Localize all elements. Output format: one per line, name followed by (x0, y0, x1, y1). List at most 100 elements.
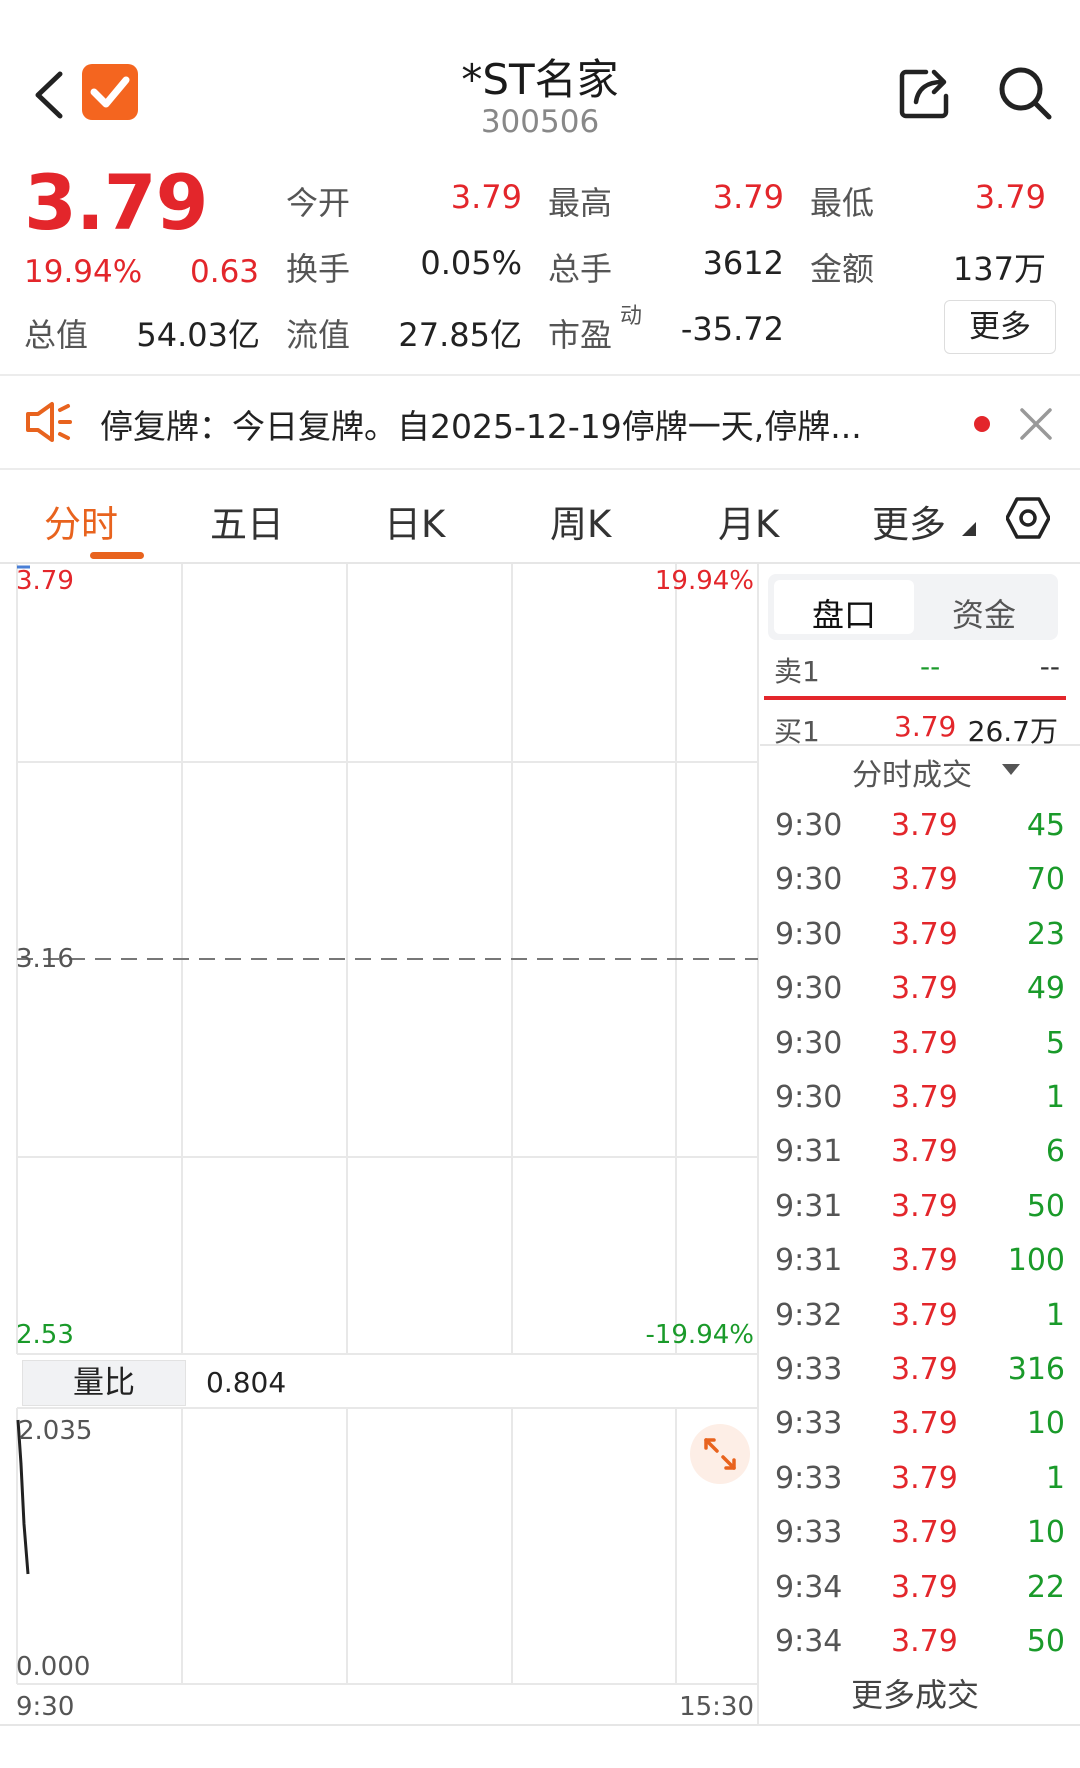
trade-price: 3.79 (891, 1352, 958, 1387)
price-low-label: 2.53 (16, 1320, 74, 1350)
low-value: 3.79 (974, 178, 1046, 216)
trade-volume: 316 (1007, 1352, 1065, 1387)
trade-time: 9:32 (775, 1297, 843, 1333)
trade-volume: 10 (1026, 1406, 1065, 1442)
trade-price: 3.79 (891, 1515, 958, 1551)
time-start-label: 9:30 (16, 1692, 75, 1722)
trade-time: 9:33 (775, 1406, 843, 1442)
unread-dot (974, 416, 990, 432)
trade-time: 9:33 (775, 1515, 843, 1551)
expand-chart-icon[interactable] (690, 1424, 750, 1484)
trade-row: 9:34 3.79 22 (775, 1562, 1065, 1616)
volume-ratio-value: 0.804 (206, 1366, 287, 1399)
trade-time: 9:30 (775, 808, 843, 843)
trade-price: 3.79 (891, 808, 958, 843)
tab-daily-k[interactable]: 日K (384, 494, 445, 548)
change-amount: 0.63 (190, 254, 260, 290)
turnover-value: 0.05% (420, 244, 522, 282)
trade-row: 9:31 3.79 50 (775, 1181, 1065, 1235)
bid-ask-divider (764, 696, 1066, 700)
trade-price: 3.79 (891, 862, 958, 898)
trade-volume: 45 (1026, 808, 1065, 843)
sell1-label: 卖1 (774, 655, 820, 688)
amount-value: 137万 (952, 250, 1046, 288)
low-label: 最低 (810, 184, 875, 222)
suspension-notice[interactable]: 停复牌：今日复牌。自2025-12-19停牌一天,停牌... (100, 400, 930, 448)
divider (0, 1724, 1080, 1726)
trade-row: 9:30 3.79 45 (775, 800, 1065, 854)
trade-price: 3.79 (891, 1406, 958, 1442)
time-end-label: 15:30 (679, 1692, 754, 1722)
trade-price: 3.79 (891, 1624, 958, 1659)
trade-price: 3.79 (891, 1025, 958, 1061)
trade-row: 9:30 3.79 70 (775, 854, 1065, 908)
volume-ratio-button[interactable]: 量比 (22, 1360, 186, 1406)
trade-volume: 1 (1045, 1460, 1065, 1496)
intraday-chart (16, 564, 759, 1724)
tab-orderbook[interactable]: 盘口 (774, 590, 914, 636)
trade-row: 9:33 3.79 10 (775, 1398, 1065, 1452)
tab-monthly-k[interactable]: 月K (718, 494, 779, 548)
current-price: 3.79 (24, 158, 209, 247)
trade-price: 3.79 (891, 1080, 958, 1115)
change-percent: 19.94% (24, 254, 143, 290)
open-label: 今开 (286, 184, 351, 222)
pct-low-label: -19.94% (645, 1320, 754, 1350)
trade-volume: 23 (1026, 916, 1065, 952)
trade-price: 3.79 (891, 1460, 958, 1496)
trade-volume: 49 (1026, 971, 1065, 1007)
amount-label: 金额 (810, 250, 875, 288)
dropdown-arrow-icon[interactable] (1002, 764, 1020, 776)
volume-min-label: 0.000 (16, 1652, 91, 1682)
trade-volume: 50 (1026, 1188, 1065, 1224)
trade-row: 9:31 3.79 6 (775, 1126, 1065, 1180)
more-trades-button[interactable]: 更多成交 (760, 1670, 1070, 1716)
search-icon[interactable] (996, 64, 1054, 122)
sell1-price: -- (920, 650, 941, 683)
tab-more[interactable]: 更多 (872, 494, 946, 548)
trade-volume: 1 (1045, 1297, 1065, 1333)
trade-price: 3.79 (891, 1297, 958, 1333)
settings-hexagon-icon[interactable] (1006, 496, 1050, 540)
trade-time: 9:34 (775, 1624, 843, 1659)
trade-volume: 50 (1026, 1624, 1065, 1659)
tab-capital-flow[interactable]: 资金 (914, 590, 1054, 636)
close-icon[interactable] (1016, 404, 1056, 444)
divider (760, 744, 1080, 746)
divider (0, 468, 1080, 470)
trades-header[interactable]: 分时成交 (852, 750, 972, 794)
pe-dynamic-sup: 动 (620, 304, 643, 329)
trade-time: 9:33 (775, 1460, 843, 1496)
tab-weekly-k[interactable]: 周K (550, 494, 611, 548)
pe-value: -35.72 (680, 310, 784, 348)
share-icon[interactable] (896, 64, 954, 122)
volume-label: 总手 (548, 250, 613, 288)
volume-value: 3612 (702, 244, 784, 282)
trade-row: 9:33 3.79 10 (775, 1507, 1065, 1561)
market-cap-label: 总值 (24, 316, 89, 354)
sell1-volume: -- (1039, 650, 1060, 683)
trade-row: 9:33 3.79 1 (775, 1453, 1065, 1507)
active-tab-indicator (90, 552, 144, 559)
tab-five-day[interactable]: 五日 (210, 494, 284, 548)
trade-price: 3.79 (891, 1188, 958, 1224)
market-cap-value: 54.03亿 (136, 316, 260, 354)
trade-volume: 22 (1026, 1569, 1065, 1605)
float-cap-value: 27.85亿 (398, 316, 522, 354)
open-value: 3.79 (450, 178, 522, 216)
trade-volume: 6 (1045, 1134, 1065, 1170)
trade-price: 3.79 (891, 1134, 958, 1170)
trade-volume: 1 (1045, 1080, 1065, 1115)
tab-intraday[interactable]: 分时 (44, 494, 118, 548)
trade-volume: 70 (1026, 862, 1065, 898)
trade-row: 9:30 3.79 49 (775, 963, 1065, 1017)
trade-volume: 10 (1026, 1515, 1065, 1551)
more-stats-button[interactable]: 更多 (944, 300, 1056, 354)
prev-close-label: 3.16 (16, 944, 74, 974)
trade-row: 9:32 3.79 1 (775, 1290, 1065, 1344)
trade-price: 3.79 (891, 971, 958, 1007)
price-high-label: 3.79 (16, 566, 74, 596)
trade-time: 9:30 (775, 862, 843, 898)
float-cap-label: 流值 (286, 316, 351, 354)
volume-max-label: 2.035 (18, 1416, 93, 1446)
